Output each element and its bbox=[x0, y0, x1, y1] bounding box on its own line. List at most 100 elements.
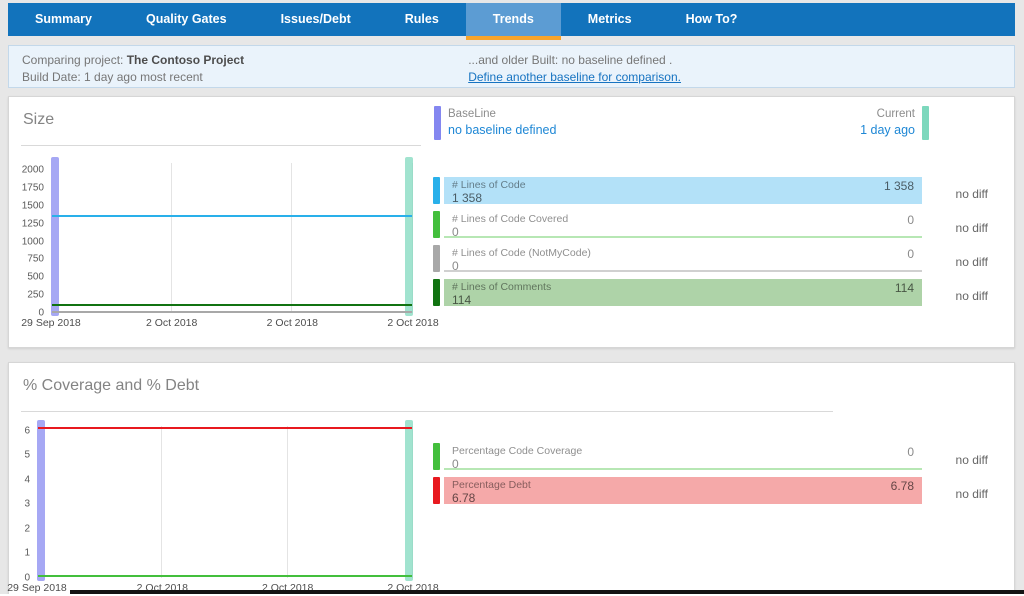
project-name: The Contoso Project bbox=[127, 53, 244, 67]
metric-label: # Lines of Comments bbox=[452, 281, 914, 293]
series-line bbox=[52, 215, 412, 217]
metric-row-percentage-coverage: Percentage Code Coverage 0 0 no diff bbox=[433, 443, 988, 470]
y-tick-label: 500 bbox=[27, 272, 44, 283]
y-tick-label: 1750 bbox=[22, 183, 44, 194]
y-tick-label: 1250 bbox=[22, 218, 44, 229]
series-line bbox=[52, 304, 412, 306]
y-tick-label: 1 bbox=[24, 548, 30, 559]
metric-value: 0 bbox=[452, 458, 914, 470]
tab-metrics[interactable]: Metrics bbox=[561, 3, 659, 36]
comparison-info-right: ...and older Built: no baseline defined … bbox=[468, 52, 1001, 80]
tab-quality-gates[interactable]: Quality Gates bbox=[119, 3, 254, 36]
metric-diff: no diff bbox=[922, 255, 988, 272]
coverage-panel-title: % Coverage and % Debt bbox=[23, 377, 199, 395]
metric-right-value: 114 bbox=[895, 282, 914, 294]
coverage-debt-panel: % Coverage and % Debt 0 1 2 3 4 5 6 29 Sep 201… bbox=[8, 362, 1015, 596]
baseline-marker-bar bbox=[51, 157, 59, 316]
gridline bbox=[171, 163, 172, 313]
baseline-legend-marker bbox=[434, 106, 441, 140]
top-nav: Summary Quality Gates Issues/Debt Rules … bbox=[8, 3, 1015, 36]
metric-right-value: 6.78 bbox=[891, 480, 914, 492]
size-panel: Size BaseLine no baseline defined Curren… bbox=[8, 96, 1015, 348]
x-axis: 29 Sep 20182 Oct 20182 Oct 20182 Oct 201… bbox=[51, 317, 413, 331]
tab-how-to[interactable]: How To? bbox=[659, 3, 765, 36]
metric-diff: no diff bbox=[922, 289, 988, 306]
current-legend-value: 1 day ago bbox=[860, 122, 915, 138]
metric-diff: no diff bbox=[922, 221, 988, 238]
metric-right-value: 0 bbox=[907, 214, 914, 226]
size-panel-title: Size bbox=[23, 111, 54, 129]
y-axis: 025050075010001250150017502000 bbox=[19, 163, 49, 313]
y-tick-label: 250 bbox=[27, 290, 44, 301]
metric-color-bar bbox=[433, 177, 440, 204]
older-built-line: ...and older Built: no baseline defined … bbox=[468, 52, 681, 69]
tab-summary[interactable]: Summary bbox=[8, 3, 119, 36]
y-tick-label: 2000 bbox=[22, 165, 44, 176]
metric-color-bar bbox=[433, 477, 440, 504]
y-tick-label: 3 bbox=[24, 499, 30, 510]
x-tick-label: 2 Oct 2018 bbox=[146, 317, 197, 329]
metric-row-lines-of-code: # Lines of Code 1 358 1 358 no diff bbox=[433, 177, 988, 204]
x-tick-label: 2 Oct 2018 bbox=[267, 317, 318, 329]
baseline-legend-label: BaseLine bbox=[448, 106, 556, 122]
y-tick-label: 1000 bbox=[22, 236, 44, 247]
tab-rules[interactable]: Rules bbox=[378, 3, 466, 36]
window-bottom-edge bbox=[70, 590, 1024, 594]
tab-trends[interactable]: Trends bbox=[466, 3, 561, 36]
metric-right-value: 0 bbox=[907, 446, 914, 458]
gridline bbox=[287, 426, 288, 578]
metric-diff: no diff bbox=[922, 187, 988, 204]
gridline bbox=[291, 163, 292, 313]
build-date-line: Build Date: 1 day ago most recent bbox=[22, 69, 244, 86]
tab-issues-debt[interactable]: Issues/Debt bbox=[254, 3, 378, 36]
baseline-legend: BaseLine no baseline defined bbox=[434, 106, 556, 140]
metric-right-value: 0 bbox=[907, 248, 914, 260]
metric-row-lines-covered: # Lines of Code Covered 0 0 no diff bbox=[433, 211, 988, 238]
y-tick-label: 5 bbox=[24, 450, 30, 461]
metric-label: # Lines of Code Covered bbox=[452, 213, 914, 225]
metric-value: 0 bbox=[452, 226, 914, 238]
y-tick-label: 4 bbox=[24, 474, 30, 485]
comparison-info-left: Comparing project: The Contoso Project B… bbox=[22, 52, 244, 80]
series-line bbox=[38, 575, 412, 577]
metric-color-bar bbox=[433, 279, 440, 306]
page: Summary Quality Gates Issues/Debt Rules … bbox=[8, 3, 1015, 596]
series-line bbox=[38, 427, 412, 429]
metric-diff: no diff bbox=[922, 487, 988, 504]
metric-diff: no diff bbox=[922, 453, 988, 470]
baseline-marker-bar bbox=[37, 420, 45, 581]
metric-right-value: 1 358 bbox=[884, 180, 914, 192]
metric-row-lines-of-comments: # Lines of Comments 114 114 no diff bbox=[433, 279, 988, 306]
metric-color-bar bbox=[433, 211, 440, 238]
x-tick-label: 29 Sep 2018 bbox=[7, 582, 67, 594]
plot-area bbox=[37, 426, 413, 578]
metric-value: 0 bbox=[452, 260, 914, 272]
current-marker-bar bbox=[405, 420, 413, 581]
y-tick-label: 6 bbox=[24, 425, 30, 436]
comparing-project-line: Comparing project: The Contoso Project bbox=[22, 52, 244, 69]
x-tick-label: 29 Sep 2018 bbox=[21, 317, 81, 329]
size-panel-divider bbox=[21, 145, 421, 146]
y-tick-label: 1500 bbox=[22, 200, 44, 211]
comparison-info-bar: Comparing project: The Contoso Project B… bbox=[8, 45, 1015, 88]
series-line bbox=[52, 311, 412, 313]
metric-label: Percentage Code Coverage bbox=[452, 445, 914, 457]
y-tick-label: 2 bbox=[24, 523, 30, 534]
y-tick-label: 750 bbox=[27, 254, 44, 265]
current-legend-label: Current bbox=[860, 106, 915, 122]
baseline-legend-value: no baseline defined bbox=[448, 122, 556, 138]
define-baseline-link[interactable]: Define another baseline for comparison. bbox=[468, 70, 681, 84]
current-marker-bar bbox=[405, 157, 413, 316]
metric-color-bar bbox=[433, 245, 440, 272]
coverage-metric-list: Percentage Code Coverage 0 0 no diff Per… bbox=[433, 443, 988, 511]
metric-label: # Lines of Code (NotMyCode) bbox=[452, 247, 914, 259]
size-metric-list: # Lines of Code 1 358 1 358 no diff # Li… bbox=[433, 177, 988, 313]
coverage-panel-divider bbox=[21, 411, 833, 412]
current-legend-marker bbox=[922, 106, 929, 140]
metric-value: 114 bbox=[452, 294, 914, 306]
plot-area bbox=[51, 163, 413, 313]
metric-label: Percentage Debt bbox=[452, 479, 914, 491]
size-chart: 025050075010001250150017502000 29 Sep 20… bbox=[19, 163, 413, 331]
metric-row-lines-notmycode: # Lines of Code (NotMyCode) 0 0 no diff bbox=[433, 245, 988, 272]
x-tick-label: 2 Oct 2018 bbox=[387, 317, 438, 329]
